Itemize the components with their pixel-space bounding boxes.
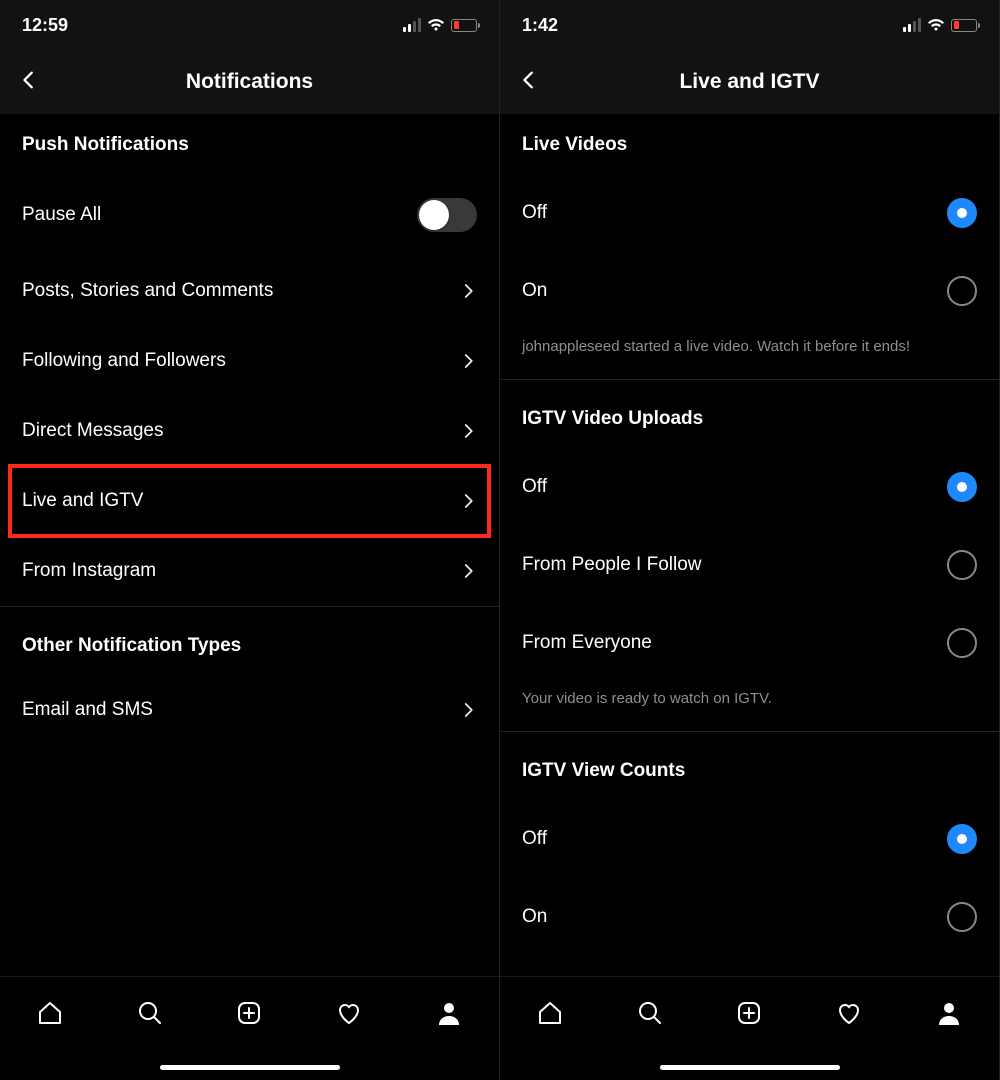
- tab-search[interactable]: [136, 999, 164, 1027]
- radio-views-on[interactable]: On: [500, 878, 999, 956]
- radio-igtv-follow[interactable]: From People I Follow: [500, 526, 999, 604]
- row-posts-stories[interactable]: Posts, Stories and Comments: [0, 256, 499, 326]
- tab-activity[interactable]: [835, 999, 863, 1027]
- content-area: Push Notifications Pause All Posts, Stor…: [0, 114, 499, 976]
- home-indicator: [160, 1065, 340, 1070]
- back-button[interactable]: [518, 69, 540, 96]
- home-indicator: [660, 1065, 840, 1070]
- tab-add[interactable]: [735, 999, 763, 1027]
- row-email-sms[interactable]: Email and SMS: [0, 675, 499, 745]
- radio-views-off[interactable]: Off: [500, 800, 999, 878]
- radio-label: On: [522, 906, 547, 928]
- tab-add[interactable]: [235, 999, 263, 1027]
- page-title: Live and IGTV: [500, 70, 999, 94]
- row-pause-all[interactable]: Pause All: [0, 174, 499, 256]
- row-following-followers[interactable]: Following and Followers: [0, 326, 499, 396]
- nav-header: Notifications: [0, 50, 499, 114]
- row-direct-messages[interactable]: Direct Messages: [0, 396, 499, 466]
- radio-label: From Everyone: [522, 632, 652, 654]
- content-area: Live Videos Off On johnappleseed started…: [500, 114, 999, 976]
- status-bar: 12:59: [0, 0, 499, 50]
- section-igtv-view-counts: IGTV View Counts: [500, 732, 999, 800]
- section-other-notification-types: Other Notification Types: [0, 607, 499, 675]
- radio-button[interactable]: [947, 198, 977, 228]
- radio-button[interactable]: [947, 550, 977, 580]
- row-live-igtv[interactable]: Live and IGTV: [10, 466, 489, 536]
- status-icons: [903, 18, 977, 32]
- radio-button[interactable]: [947, 824, 977, 854]
- tab-profile[interactable]: [435, 999, 463, 1027]
- status-bar: 1:42: [500, 0, 999, 50]
- radio-button[interactable]: [947, 472, 977, 502]
- tab-home[interactable]: [536, 999, 564, 1027]
- tab-search[interactable]: [636, 999, 664, 1027]
- row-label: From Instagram: [22, 560, 156, 582]
- gesture-area: [500, 1048, 999, 1080]
- tab-bar: [500, 976, 999, 1048]
- chevron-right-icon: [459, 562, 477, 580]
- row-label: Following and Followers: [22, 350, 226, 372]
- tab-home[interactable]: [36, 999, 64, 1027]
- radio-label: Off: [522, 476, 547, 498]
- radio-label: Off: [522, 202, 547, 224]
- battery-icon: [951, 19, 977, 32]
- radio-button[interactable]: [947, 902, 977, 932]
- radio-label: On: [522, 280, 547, 302]
- screen-live-igtv: 1:42 Live and IGTV Live Videos Off On jo…: [500, 0, 1000, 1080]
- tab-bar: [0, 976, 499, 1048]
- status-icons: [403, 18, 477, 32]
- row-label: Email and SMS: [22, 699, 153, 721]
- pause-all-toggle[interactable]: [417, 198, 477, 232]
- page-title: Notifications: [0, 70, 499, 94]
- section-live-videos: Live Videos: [500, 114, 999, 174]
- radio-label: Off: [522, 828, 547, 850]
- radio-button[interactable]: [947, 276, 977, 306]
- radio-igtv-off[interactable]: Off: [500, 448, 999, 526]
- status-time: 1:42: [522, 15, 558, 36]
- chevron-right-icon: [459, 492, 477, 510]
- row-label: Posts, Stories and Comments: [22, 280, 273, 302]
- wifi-icon: [427, 18, 445, 32]
- battery-icon: [451, 19, 477, 32]
- tab-profile[interactable]: [935, 999, 963, 1027]
- cellular-icon: [903, 18, 921, 32]
- radio-live-off[interactable]: Off: [500, 174, 999, 252]
- chevron-right-icon: [459, 422, 477, 440]
- hint-live-videos: johnappleseed started a live video. Watc…: [500, 330, 999, 379]
- tab-activity[interactable]: [335, 999, 363, 1027]
- status-time: 12:59: [22, 15, 68, 36]
- radio-live-on[interactable]: On: [500, 252, 999, 330]
- section-push-notifications: Push Notifications: [0, 114, 499, 174]
- radio-label: From People I Follow: [522, 554, 702, 576]
- back-button[interactable]: [18, 69, 40, 96]
- section-igtv-uploads: IGTV Video Uploads: [500, 380, 999, 448]
- chevron-right-icon: [459, 701, 477, 719]
- screen-notifications: 12:59 Notifications Push Notifications P…: [0, 0, 500, 1080]
- row-label: Live and IGTV: [22, 490, 143, 512]
- radio-igtv-everyone[interactable]: From Everyone: [500, 604, 999, 682]
- chevron-right-icon: [459, 282, 477, 300]
- row-label: Direct Messages: [22, 420, 164, 442]
- gesture-area: [0, 1048, 499, 1080]
- cellular-icon: [403, 18, 421, 32]
- hint-igtv-uploads: Your video is ready to watch on IGTV.: [500, 682, 999, 731]
- nav-header: Live and IGTV: [500, 50, 999, 114]
- wifi-icon: [927, 18, 945, 32]
- chevron-right-icon: [459, 352, 477, 370]
- row-from-instagram[interactable]: From Instagram: [0, 536, 499, 606]
- radio-button[interactable]: [947, 628, 977, 658]
- row-label: Pause All: [22, 204, 101, 226]
